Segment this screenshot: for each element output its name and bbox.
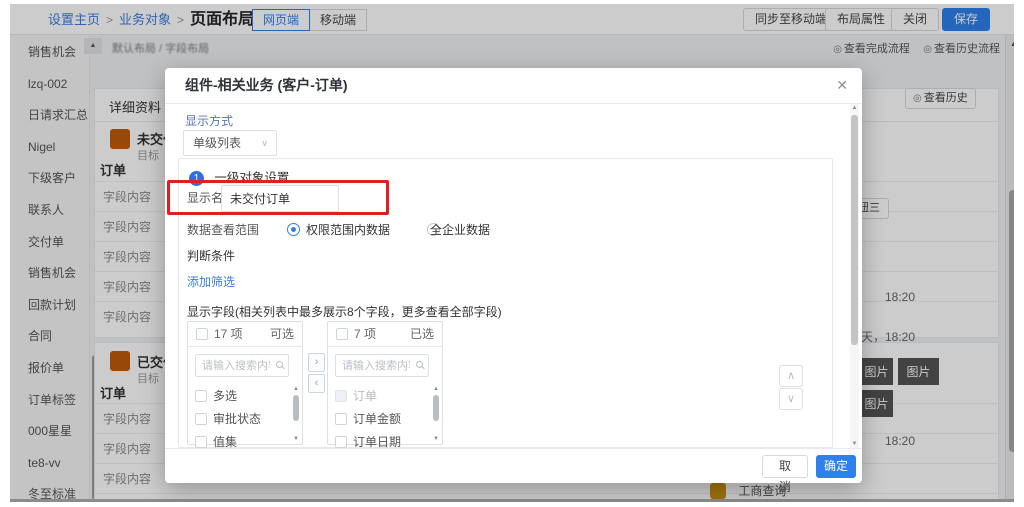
- chosen-list-scrollbar[interactable]: ▲ ▼: [432, 386, 440, 442]
- available-tag: 可选: [270, 322, 294, 346]
- scroll-up-icon[interactable]: ▲: [850, 105, 859, 111]
- add-filter-link[interactable]: 添加筛选: [187, 273, 235, 290]
- select-all-checkbox[interactable]: [336, 328, 348, 340]
- item-checkbox[interactable]: [195, 390, 207, 402]
- chosen-list: 订单 订单金额 订单日期: [328, 385, 432, 454]
- cancel-button[interactable]: 取消: [762, 455, 808, 478]
- available-fields-listbox: 17 项 可选 多选 审批状态 值集 ▲ ▼: [187, 321, 303, 445]
- move-left-button[interactable]: ‹: [308, 374, 325, 393]
- move-right-button[interactable]: ›: [308, 353, 325, 372]
- scroll-down-icon[interactable]: ▼: [292, 436, 300, 442]
- list-item[interactable]: 审批状态: [188, 408, 292, 431]
- app-window: 设置主页>业务对象>页面布局 网页端移动端 同步至移动端 布局属性 关闭 保存 …: [10, 4, 1014, 502]
- available-count: 17 项: [214, 327, 243, 341]
- condition-label: 判断条件: [187, 247, 235, 264]
- modal-close-icon[interactable]: ✕: [836, 77, 848, 94]
- available-search: [195, 354, 289, 377]
- radio-permission-scope-label[interactable]: 权限范围内数据: [306, 221, 390, 239]
- chosen-list-header: 7 项 已选: [328, 322, 442, 347]
- item-checkbox-disabled: [335, 390, 347, 402]
- section-step-title: 一级对象设置: [214, 171, 289, 185]
- item-checkbox[interactable]: [195, 413, 207, 425]
- modal-title: 组件-相关业务 (客户-订单): [185, 68, 348, 103]
- display-mode-value: 单级列表: [193, 136, 241, 150]
- level-one-object-section: 1 一级对象设置 显示名称 数据查看范围 权限范围内数据 全企业数据 判断条件 …: [178, 158, 833, 448]
- select-all-checkbox[interactable]: [196, 328, 208, 340]
- list-item[interactable]: 多选: [188, 385, 292, 408]
- related-business-modal: 组件-相关业务 (客户-订单) ✕ 显示方式 单级列表 ∨ 1 一级对象设置 显…: [165, 68, 862, 483]
- item-checkbox[interactable]: [335, 436, 347, 448]
- chosen-count: 7 项: [354, 327, 376, 341]
- confirm-button[interactable]: 确定: [816, 455, 856, 478]
- scroll-up-icon[interactable]: ▲: [292, 386, 300, 392]
- radio-whole-company-label[interactable]: 全企业数据: [430, 221, 490, 239]
- chosen-search-input[interactable]: [335, 354, 429, 377]
- chosen-search: [335, 354, 429, 377]
- scrollbar-thumb[interactable]: [433, 395, 439, 421]
- scroll-down-icon[interactable]: ▼: [432, 436, 440, 442]
- modal-scrollbar-thumb[interactable]: [851, 115, 858, 345]
- screenshot-stage: 设置主页>业务对象>页面布局 网页端移动端 同步至移动端 布局属性 关闭 保存 …: [0, 0, 1024, 507]
- search-icon: [416, 361, 423, 368]
- data-scope-label: 数据查看范围: [187, 221, 259, 239]
- move-up-button[interactable]: ∧: [779, 365, 803, 387]
- move-down-button[interactable]: ∨: [779, 388, 803, 410]
- scroll-up-icon[interactable]: ▲: [432, 386, 440, 392]
- item-checkbox[interactable]: [335, 413, 347, 425]
- scroll-down-icon[interactable]: ▼: [850, 441, 859, 447]
- modal-footer: 取消 确定: [165, 448, 862, 483]
- available-list: 多选 审批状态 值集: [188, 385, 292, 454]
- available-list-header: 17 项 可选: [188, 322, 302, 347]
- modal-title-divider: [165, 103, 862, 104]
- radio-permission-scope[interactable]: [287, 223, 300, 236]
- chosen-fields-listbox: 7 项 已选 订单 订单金额 订单日期 ▲ ▼: [327, 321, 443, 445]
- modal-scrollbar[interactable]: ▲ ▼: [850, 104, 859, 448]
- list-item[interactable]: 订单金额: [328, 408, 432, 431]
- list-item-disabled: 订单: [328, 385, 432, 408]
- search-icon: [276, 361, 283, 368]
- available-search-input[interactable]: [195, 354, 289, 377]
- window-bottom-edge: [10, 499, 1014, 502]
- display-name-input[interactable]: [221, 185, 339, 212]
- section-step-header: 1 一级对象设置: [189, 167, 289, 186]
- display-fields-hint: 显示字段(相关列表中最多展示8个字段，更多查看全部字段): [187, 303, 502, 320]
- display-mode-label: 显示方式: [185, 112, 233, 129]
- chevron-down-icon: ∨: [261, 131, 268, 155]
- chosen-tag: 已选: [410, 322, 434, 346]
- available-list-scrollbar[interactable]: ▲ ▼: [292, 386, 300, 442]
- display-mode-select[interactable]: 单级列表 ∨: [183, 130, 277, 156]
- item-checkbox[interactable]: [195, 436, 207, 448]
- scrollbar-thumb[interactable]: [293, 395, 299, 421]
